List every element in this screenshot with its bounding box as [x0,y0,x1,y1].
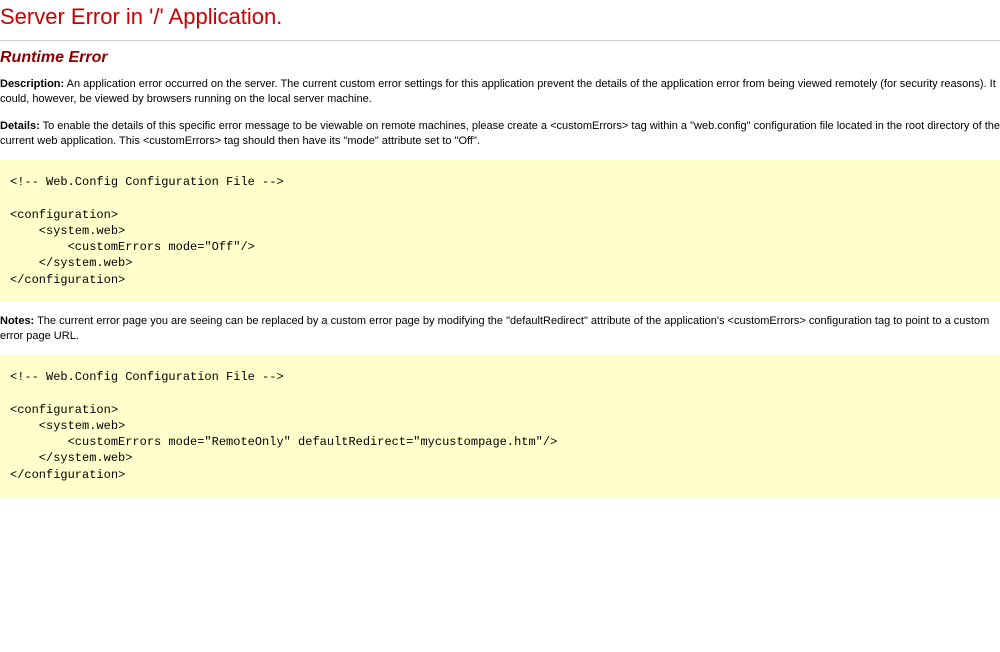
notes-text: The current error page you are seeing ca… [0,315,989,342]
notes-block: Notes: The current error page you are se… [0,314,1000,344]
notes-label: Notes: [0,315,34,327]
page-title: Server Error in '/' Application. [0,4,1000,30]
details-label: Details: [0,120,40,132]
details-block: Details: To enable the details of this s… [0,119,1000,149]
description-block: Description: An application error occurr… [0,77,1000,107]
config-code-off: <!-- Web.Config Configuration File --> <… [0,160,1000,301]
description-text: An application error occurred on the ser… [0,78,996,105]
details-text: To enable the details of this specific e… [0,120,1000,147]
error-subtitle: Runtime Error [0,49,1000,67]
description-label: Description: [0,78,64,90]
title-divider [0,40,1000,41]
config-code-remoteonly: <!-- Web.Config Configuration File --> <… [0,355,1000,496]
